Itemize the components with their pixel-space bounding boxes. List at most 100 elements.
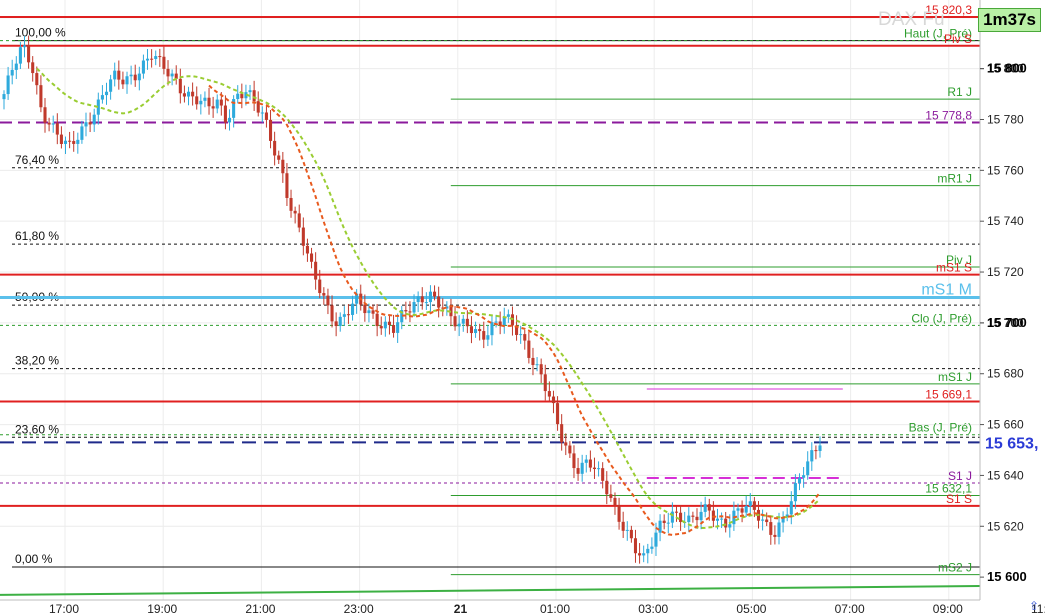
- candle-body: [568, 445, 572, 454]
- candle-body: [293, 210, 297, 214]
- candle-body: [736, 508, 740, 511]
- candle-body: [326, 295, 330, 306]
- candle-body: [556, 403, 560, 425]
- candle-body: [396, 322, 400, 333]
- candle-body: [761, 519, 765, 521]
- candle-body: [215, 99, 219, 109]
- candle-body: [408, 311, 412, 313]
- candle-body: [162, 56, 166, 69]
- candle-body: [523, 334, 527, 341]
- candle-body: [351, 303, 355, 315]
- candle-body: [367, 310, 371, 314]
- candle-body: [527, 340, 531, 358]
- candle-body: [133, 74, 137, 81]
- bar-timer-badge: 1m37s: [978, 8, 1041, 32]
- price-chart[interactable]: 100,00 %76,40 %61,80 %50,00 %38,20 %23,6…: [0, 0, 1045, 615]
- candle-body: [519, 334, 523, 336]
- candle-body: [178, 78, 182, 94]
- level-label: mR1 J: [937, 172, 972, 186]
- candle-body: [592, 467, 597, 470]
- candle-body: [580, 462, 584, 474]
- candle-body: [601, 468, 605, 481]
- candle-body: [814, 450, 818, 452]
- candle-body: [740, 508, 744, 513]
- candle-body: [748, 501, 752, 507]
- candle-body: [572, 453, 576, 469]
- candle-body: [322, 293, 326, 296]
- candle-body: [305, 245, 309, 254]
- candle-body: [199, 100, 203, 105]
- candle-body: [330, 305, 334, 322]
- candle-body: [428, 291, 432, 303]
- candle-body: [346, 314, 350, 316]
- candle-body: [535, 364, 539, 366]
- candle-body: [715, 518, 720, 521]
- fib-level-label: 23,60 %: [15, 422, 59, 436]
- candle-body: [342, 314, 346, 317]
- candle-body: [383, 321, 387, 329]
- candle-body: [109, 79, 113, 92]
- candle-body: [141, 60, 145, 74]
- candle-body: [584, 459, 588, 463]
- candle-body: [379, 326, 383, 329]
- candle-body: [638, 553, 642, 556]
- candle-body: [39, 85, 43, 108]
- candle-body: [191, 91, 195, 97]
- price-tick-label: 15 760: [987, 163, 1024, 177]
- candle-body: [654, 532, 658, 547]
- candle-body: [465, 318, 469, 327]
- candle-body: [609, 494, 613, 498]
- candle-body: [297, 213, 301, 228]
- candle-body: [695, 516, 699, 521]
- candle-body: [806, 461, 810, 476]
- candle-body: [687, 515, 691, 523]
- candle-body: [338, 316, 342, 327]
- candle-body: [617, 505, 621, 522]
- level-label: Piv S: [944, 32, 972, 46]
- candle-body: [375, 313, 379, 327]
- price-tick-label: 15 600: [987, 569, 1027, 584]
- candle-body: [642, 553, 646, 556]
- candle-body: [227, 117, 232, 123]
- symbol-watermark: DAX Fu: [878, 9, 945, 30]
- level-label: 15 669,1: [925, 387, 972, 401]
- candle-body: [236, 93, 240, 100]
- candle-body: [490, 322, 494, 336]
- time-tick-label: 21: [454, 602, 468, 615]
- candle-body: [543, 374, 547, 392]
- candle-body: [482, 331, 486, 340]
- candle-body: [469, 326, 473, 334]
- scroll-up-icon[interactable]: ⇧: [1029, 599, 1039, 613]
- time-tick-label: 03:00: [638, 602, 668, 615]
- candle-body: [59, 134, 63, 144]
- candle-body: [494, 321, 498, 323]
- chart-area[interactable]: 100,00 %76,40 %61,80 %50,00 %38,20 %23,6…: [0, 0, 1045, 615]
- candle-body: [363, 304, 367, 314]
- candle-body: [457, 323, 461, 327]
- candle-body: [576, 468, 580, 474]
- candle-body: [728, 524, 732, 528]
- candle-body: [486, 335, 490, 340]
- candle-body: [248, 90, 252, 93]
- time-tick-label: 07:00: [835, 602, 865, 615]
- candle-body: [793, 483, 797, 502]
- time-tick-label: 01:00: [540, 602, 570, 615]
- candle-body: [765, 519, 769, 523]
- candle-body: [6, 75, 10, 95]
- candle-body: [240, 93, 244, 99]
- candle-body: [424, 302, 428, 304]
- candle-body: [404, 310, 408, 312]
- candle-body: [104, 91, 109, 96]
- candle-body: [145, 58, 150, 61]
- candle-body: [474, 329, 478, 334]
- candle-body: [416, 296, 420, 303]
- candle-body: [810, 450, 814, 462]
- fib-level-label: 0,00 %: [15, 552, 53, 566]
- candle-body: [633, 538, 638, 554]
- candle-body: [203, 97, 207, 101]
- price-tick-label: 15 780: [987, 112, 1024, 126]
- candle-body: [334, 321, 338, 327]
- candle-body: [773, 534, 777, 537]
- candle-body: [154, 56, 158, 59]
- time-tick-label: 17:00: [49, 602, 79, 615]
